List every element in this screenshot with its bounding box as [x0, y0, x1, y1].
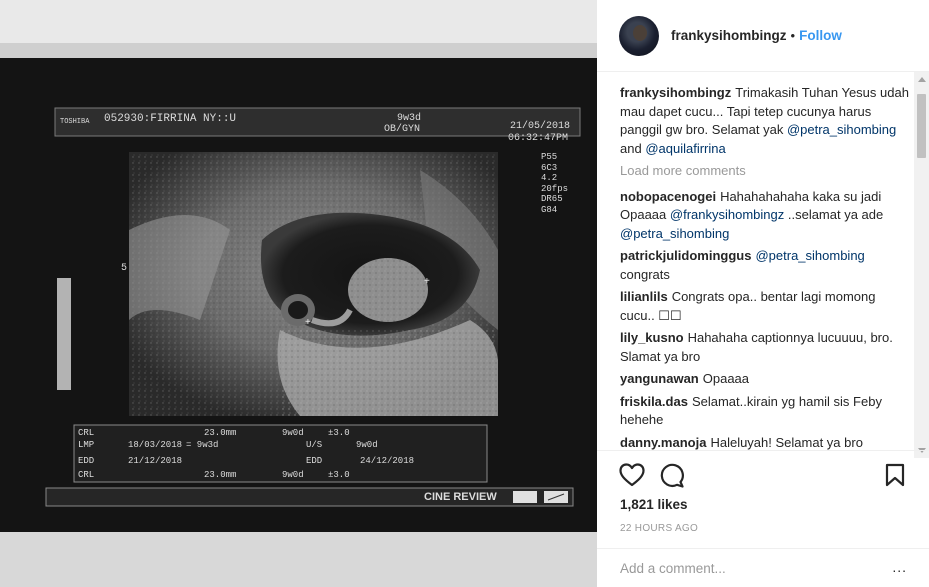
- meas-value: 23.0mm: [204, 428, 237, 438]
- caption-mention[interactable]: @petra_sihombing: [787, 122, 896, 137]
- comment-item: friskila.das Selamat..kirain yg hamil sis…: [620, 393, 910, 430]
- add-comment-bar: ...: [597, 548, 929, 587]
- svg-text:+: +: [424, 276, 430, 287]
- meas-value: 24/12/2018: [360, 456, 415, 466]
- meas-label: EDD: [78, 456, 95, 466]
- meas-value: 23.0mm: [204, 470, 237, 480]
- meas-value: = 9w3d: [186, 440, 219, 450]
- meas-value: 9w0d: [356, 440, 378, 450]
- ultrasound-image: + +: [0, 0, 597, 587]
- param: DR65: [541, 194, 563, 204]
- meas-value: 21/12/2018: [128, 456, 183, 466]
- caption: frankysihombingz Trimakasih Tuhan Yesus u…: [620, 84, 910, 158]
- param: P55: [541, 152, 558, 162]
- more-options-icon[interactable]: ...: [892, 560, 907, 574]
- comment-text: ..selamat ya ade: [784, 207, 884, 222]
- depth-mark: 5: [121, 263, 128, 274]
- scrollbar-thumb[interactable]: [917, 94, 926, 158]
- svg-text:+: +: [305, 317, 311, 328]
- comment-text: Haleluyah! Selamat ya bro: [710, 434, 863, 450]
- brand-label: TOSHIBA: [60, 118, 90, 126]
- comments-list[interactable]: frankysihombingz Trimakasih Tuhan Yesus u…: [620, 84, 910, 450]
- comment-mention[interactable]: @petra_sihombing: [755, 248, 864, 263]
- add-comment-input[interactable]: [620, 560, 880, 576]
- comment-icon[interactable]: [659, 463, 685, 488]
- comment-item: lily_kusno Hahahaha captionnya lucuuuu, b…: [620, 329, 910, 366]
- meas-label: LMP: [78, 440, 95, 450]
- scan-time: 06:32:47PM: [508, 133, 569, 144]
- comment-username[interactable]: lily_kusno: [620, 330, 684, 345]
- meas-label: U/S: [306, 440, 323, 450]
- post-photo[interactable]: + + TOSHIBA 052930:FIRRINA NY::U 9w3d OB…: [0, 0, 597, 587]
- meas-label: CRL: [78, 470, 95, 480]
- separator-dot: •: [790, 28, 796, 43]
- param: 6C3: [541, 162, 558, 173]
- comment-username[interactable]: patrickjulidominggus: [620, 248, 751, 263]
- caption-mention[interactable]: @aquilafirrina: [645, 141, 725, 156]
- post-actions: 1,821 likes 22 HOURS AGO: [597, 450, 929, 548]
- comments-scrollbar[interactable]: [914, 72, 929, 458]
- ga-label: 9w3d: [397, 113, 422, 124]
- likes-count[interactable]: 1,821 likes: [620, 497, 688, 512]
- comment-item: patrickjulidominggus @petra_sihombing con…: [620, 247, 910, 284]
- post-author-username[interactable]: frankysihombingz: [671, 28, 787, 43]
- comment-username[interactable]: lilianlils: [620, 289, 668, 304]
- scan-params: P55 6C3 4.2 20fps DR65 G84: [541, 152, 568, 215]
- meas-value: ±3.0: [328, 428, 350, 438]
- meas-label: EDD: [306, 456, 323, 466]
- comment-mention[interactable]: @frankysihombingz: [670, 207, 784, 222]
- meas-label: CRL: [78, 428, 95, 438]
- post-header: frankysihombingz • Follow: [597, 0, 929, 72]
- dept-label: OB/GYN: [384, 124, 421, 135]
- bookmark-icon[interactable]: [885, 463, 905, 487]
- comment-text: congrats: [620, 266, 670, 282]
- cine-review-label: CINE REVIEW: [424, 491, 497, 503]
- comment-item: danny.manoja Haleluyah! Selamat ya bro: [620, 434, 910, 451]
- comment-username[interactable]: danny.manoja: [620, 435, 706, 450]
- meas-value: 9w0d: [282, 428, 304, 438]
- comment-mention[interactable]: @petra_sihombing: [620, 226, 729, 241]
- comment-text: Opaaaa: [702, 371, 750, 386]
- param: G84: [541, 204, 558, 215]
- caption-username[interactable]: frankysihombingz: [620, 85, 731, 100]
- heart-icon[interactable]: [619, 463, 645, 487]
- caption-and: and: [620, 140, 642, 156]
- comment-username[interactable]: nobopacenogei: [620, 189, 716, 204]
- post-timestamp[interactable]: 22 HOURS AGO: [620, 523, 698, 534]
- comment-username[interactable]: yangunawan: [620, 371, 699, 386]
- meas-value: 9w0d: [282, 470, 304, 480]
- comment-username[interactable]: friskila.das: [620, 394, 688, 409]
- load-more-comments-button[interactable]: Load more comments: [620, 162, 910, 181]
- param: 4.2: [541, 173, 558, 183]
- comment-item: yangunawan Opaaaa: [620, 370, 910, 389]
- avatar[interactable]: [619, 15, 659, 56]
- param: 20fps: [541, 183, 569, 194]
- patient-id: 052930:FIRRINA NY::U: [104, 113, 237, 125]
- post-side-panel: frankysihombingz • Follow frankysihombin…: [597, 0, 929, 587]
- meas-value: ±3.0: [328, 470, 350, 480]
- scan-date: 21/05/2018: [510, 121, 571, 132]
- meas-value: 18/03/2018: [128, 440, 183, 450]
- scroll-up-arrow-icon[interactable]: [918, 77, 926, 82]
- comment-item: lilianlils Congrats opa.. bentar lagi mom…: [620, 288, 910, 325]
- follow-button[interactable]: Follow: [799, 28, 842, 43]
- comment-item: nobopacenogei Hahahahahaha kaka su jadi O…: [620, 188, 910, 244]
